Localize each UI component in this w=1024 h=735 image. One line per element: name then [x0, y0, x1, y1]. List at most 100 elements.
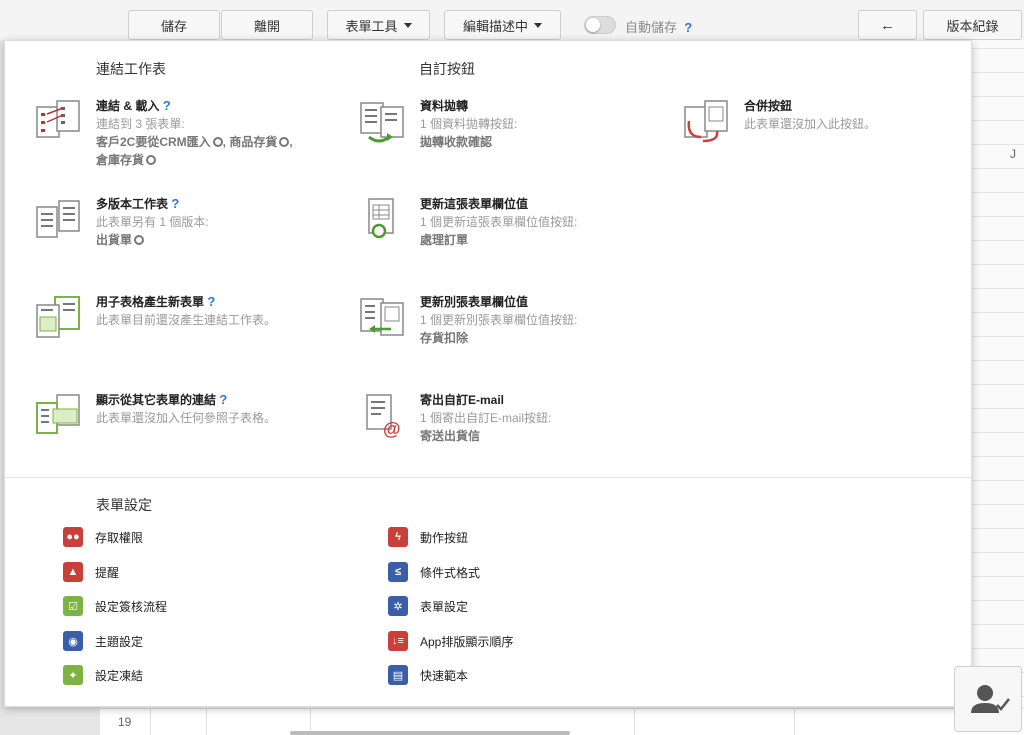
gear-icon[interactable]: [146, 155, 157, 165]
update-other-form-button[interactable]: 存貨扣除: [420, 329, 660, 347]
conditional-format-setting[interactable]: ≤ 條件式格式: [388, 562, 480, 582]
palette-icon: ◉: [63, 631, 83, 651]
user-approve-button[interactable]: [954, 666, 1022, 732]
merge-button-icon: [684, 100, 728, 143]
version-form[interactable]: 出貨單: [96, 233, 132, 247]
reminder-setting[interactable]: ▲ 提醒: [63, 562, 119, 582]
data-transfer-icon: [360, 102, 404, 143]
form-tools-label: 表單工具: [345, 18, 398, 34]
setting-label: 主題設定: [95, 634, 144, 649]
update-other-form-name: 更新別張表單欄位值: [420, 295, 529, 309]
subtable-new-form-icon: [36, 296, 80, 338]
multi-version-desc: 此表單另有 1 個版本:: [96, 215, 209, 229]
bell-icon: ▲: [63, 562, 83, 582]
quick-template-setting[interactable]: ▤ 快速範本: [388, 665, 468, 685]
toggle-knob: [586, 18, 600, 32]
subtable-new-form-desc: 此表單目前還沒產生連結工作表。: [96, 313, 277, 327]
help-icon[interactable]: ?: [163, 98, 171, 113]
link-load-name: 連結 & 載入: [96, 99, 160, 113]
arrow-left-icon: ←: [880, 16, 895, 34]
check-square-icon: ☑: [63, 596, 83, 616]
help-icon[interactable]: ?: [207, 294, 215, 309]
linked-form[interactable]: 倉庫存貨: [96, 153, 144, 167]
back-button[interactable]: ←: [858, 10, 917, 40]
update-this-form-name: 更新這張表單欄位值: [420, 197, 529, 211]
cell[interactable]: [634, 709, 794, 735]
custom-email-desc: 1 個寄出自訂E-mail按鈕:: [420, 411, 552, 425]
freeze-setting[interactable]: ✦ 設定凍結: [63, 665, 143, 685]
chevron-down-icon: [534, 22, 542, 28]
version-history-button[interactable]: 版本紀錄: [923, 10, 1022, 40]
leave-label: 離開: [253, 18, 280, 34]
leave-button[interactable]: 離開: [221, 10, 313, 40]
update-other-form-desc: 1 個更新別張表單欄位值按鈕:: [420, 313, 578, 327]
users-icon: ●●: [63, 527, 83, 547]
linked-form[interactable]: 客戶2C要從CRM匯入: [96, 135, 211, 149]
svg-text:@: @: [383, 419, 401, 439]
form-tools-panel: 連結工作表 自訂按鈕 連結 & 載入 ? 連結到 3 張表單: 客戶2C要從CR…: [4, 40, 972, 707]
update-other-form-icon: [360, 298, 404, 336]
linked-form[interactable]: , 商品存貨: [223, 135, 278, 149]
setting-label: 設定簽核流程: [95, 599, 168, 614]
multi-version-name: 多版本工作表: [96, 197, 169, 211]
data-transfer-desc: 1 個資料拋轉按鈕:: [420, 117, 518, 131]
edit-description-label: 編輯描述中: [462, 18, 528, 34]
email-icon: @: [366, 394, 401, 439]
help-icon[interactable]: ?: [171, 196, 179, 211]
setting-label: 條件式格式: [420, 565, 481, 580]
setting-label: 設定凍結: [95, 668, 144, 683]
gear-icon[interactable]: [212, 137, 223, 147]
update-this-form-icon: [368, 198, 394, 239]
gear-icon[interactable]: [279, 137, 290, 147]
update-this-form-button[interactable]: 處理訂單: [420, 231, 660, 249]
bolt-icon: ϟ: [388, 527, 408, 547]
merge-button-desc: 此表單還沒加入此按鈕。: [744, 117, 877, 131]
gear-icon: ✲: [388, 596, 408, 616]
save-button[interactable]: 儲存: [128, 10, 220, 40]
custom-email-name: 寄出自訂E-mail: [420, 393, 505, 407]
column-letter: J: [1010, 147, 1016, 161]
show-links-desc: 此表單還沒加入任何參照子表格。: [96, 411, 277, 425]
help-icon[interactable]: ?: [684, 20, 692, 35]
row-number: 19: [118, 715, 132, 729]
gear-icon[interactable]: [134, 235, 145, 245]
links-section-title: 連結工作表: [96, 61, 166, 77]
approval-flow-setting[interactable]: ☑ 設定簽核流程: [63, 596, 167, 616]
edit-description-dropdown[interactable]: 編輯描述中: [444, 10, 561, 40]
cell[interactable]: [150, 709, 206, 735]
template-icon: ▤: [388, 665, 408, 685]
form-tools-dropdown[interactable]: 表單工具: [327, 10, 430, 40]
setting-label: 動作按鈕: [420, 530, 469, 545]
save-label: 儲存: [160, 18, 187, 34]
autosave-label: 自動儲存 ?: [625, 17, 692, 36]
data-transfer-button[interactable]: 拋轉收款確認: [420, 133, 660, 151]
cell[interactable]: [794, 709, 954, 735]
horizontal-scrollbar[interactable]: [290, 731, 570, 735]
custom-email-button[interactable]: 寄送出貨信: [420, 427, 660, 445]
divider: [5, 477, 971, 478]
form-settings-section-title: 表單設定: [96, 497, 152, 513]
link-load-desc: 連結到 3 張表單:: [96, 117, 185, 131]
multi-version-icon: [36, 200, 80, 238]
version-history-label: 版本紀錄: [946, 18, 999, 34]
show-links-icon: [36, 394, 80, 434]
setting-label: 提醒: [95, 565, 120, 580]
link-load-icon: [36, 100, 80, 138]
form-settings-setting[interactable]: ✲ 表單設定: [388, 596, 468, 616]
merge-button-name: 合併按鈕: [744, 99, 793, 113]
user-check-icon: [971, 685, 1010, 713]
setting-label: App排版顯示順序: [420, 634, 514, 649]
autosave-toggle[interactable]: [584, 16, 616, 34]
autosave-text: 自動儲存: [625, 20, 678, 35]
setting-label: 存取權限: [95, 530, 144, 545]
theme-setting[interactable]: ◉ 主題設定: [63, 631, 143, 651]
app-layout-order-setting[interactable]: ↓≡ App排版顯示順序: [388, 631, 513, 651]
action-buttons-setting[interactable]: ϟ 動作按鈕: [388, 527, 468, 547]
help-icon[interactable]: ?: [219, 392, 227, 407]
subtable-new-form-name: 用子表格產生新表單: [96, 295, 205, 309]
setting-label: 表單設定: [420, 599, 469, 614]
separator: ,: [289, 135, 293, 149]
sort-order-icon: ↓≡: [388, 631, 408, 651]
toolbar: 儲存 離開 表單工具 編輯描述中 自動儲存 ? ← 版本紀錄: [0, 0, 1024, 40]
access-permissions-setting[interactable]: ●● 存取權限: [63, 527, 143, 547]
